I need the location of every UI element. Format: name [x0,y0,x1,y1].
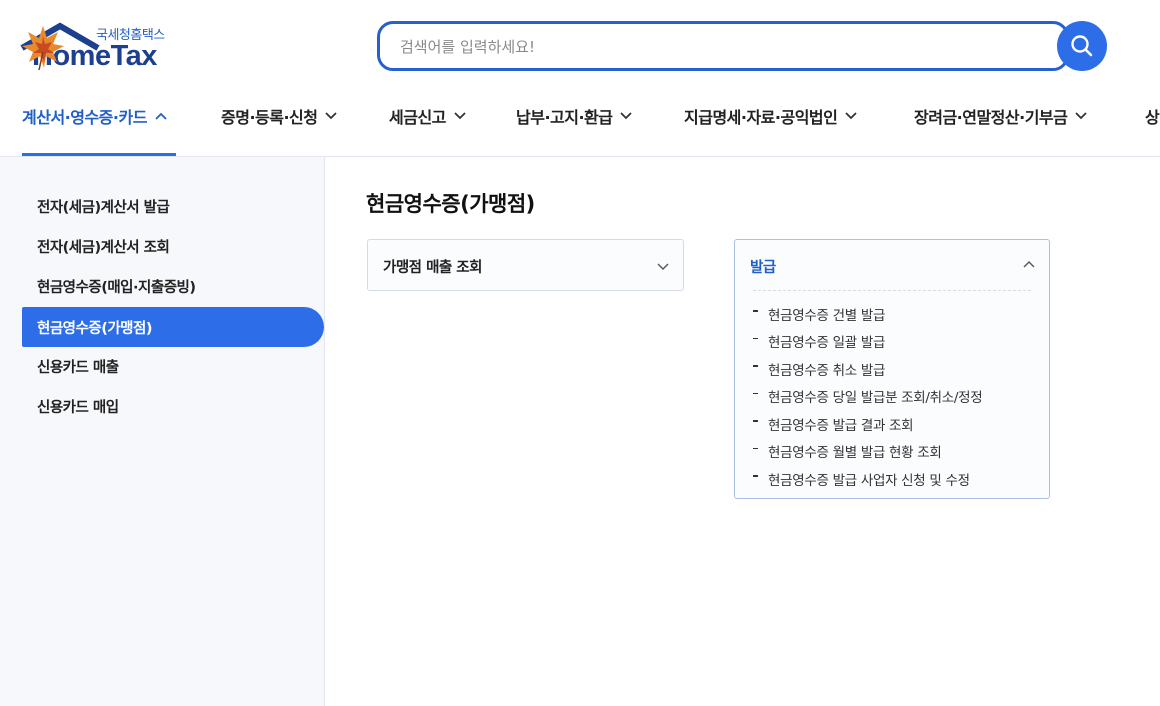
list-item[interactable]: 현금영수증 취소 발급 [753,355,982,383]
nav-item-label: 장려금·연말정산·기부금 [914,108,1068,127]
sidebar-item-e-invoice-inquiry[interactable]: 전자(세금)계산서 조회 [22,226,324,266]
nav-item-cutoff[interactable]: 상 [1145,104,1160,128]
site-header: 국세청홈택스 HomeTax 계산서·영수증·카드 증명·등록·신청 세금신고 [0,0,1160,157]
dash-bullet [753,475,758,477]
search-icon [1071,35,1093,57]
list-item-label: 현금영수증 일괄 발급 [768,335,886,352]
chevron-down-icon [657,263,669,270]
sidebar-item-label: 신용카드 매입 [37,399,119,416]
nav-item-label: 계산서·영수증·카드 [22,108,147,127]
list-item[interactable]: 현금영수증 일괄 발급 [753,328,982,356]
chevron-up-icon [155,112,167,120]
dash-bullet [753,447,758,449]
nav-item-label: 지급명세·자료·공익법인 [684,108,838,127]
nav-item-payment-statements[interactable]: 지급명세·자료·공익법인 [684,104,857,128]
list-item-label: 현금영수증 발급 결과 조회 [768,417,914,434]
search-button[interactable] [1057,21,1107,71]
panel-title: 가맹점 매출 조회 [383,260,482,276]
chevron-down-icon [454,112,466,120]
dash-bullet [753,310,758,312]
panel-issuance: 발급 현금영수증 건별 발급 현금영수증 일괄 발급 현금영수증 취소 발급 현… [734,239,1050,499]
hometax-logo[interactable]: 국세청홈택스 HomeTax [20,22,230,78]
list-item-label: 현금영수증 월별 발급 현황 조회 [768,445,942,462]
sidebar-item-label: 현금영수증(매입·지출증빙) [37,279,196,296]
nav-item-label: 세금신고 [389,108,446,127]
nav-item-tax-filing[interactable]: 세금신고 [389,104,466,128]
list-item-label: 현금영수증 당일 발급분 조회/취소/정정 [768,390,983,407]
nav-active-underline [22,153,176,156]
search-input[interactable] [400,35,1040,59]
list-item[interactable]: 현금영수증 발급 사업자 신청 및 수정 [753,465,982,493]
sidebar-item-cash-receipt-merchant[interactable]: 현금영수증(가맹점) [22,307,324,347]
panel-title[interactable]: 발급 [750,256,776,277]
chevron-down-icon [1075,112,1087,120]
chevron-down-icon [620,112,633,120]
nav-item-receipts-cards[interactable]: 계산서·영수증·카드 [22,104,167,128]
list-item[interactable]: 현금영수증 발급 결과 조회 [753,410,982,438]
dash-bullet [753,392,758,394]
sidebar-item-label: 전자(세금)계산서 조회 [37,239,170,256]
issuance-menu-list: 현금영수증 건별 발급 현금영수증 일괄 발급 현금영수증 취소 발급 현금영수… [753,300,983,493]
sidebar-item-credit-card-purchase[interactable]: 신용카드 매입 [22,386,324,426]
nav-item-label: 납부·고지·환급 [516,108,613,127]
list-item[interactable]: 현금영수증 당일 발급분 조회/취소/정정 [753,383,983,411]
search-box [377,21,1069,71]
sidebar: 전자(세금)계산서 발급 전자(세금)계산서 조회 현금영수증(매입·지출증빙)… [0,157,325,706]
sidebar-item-credit-card-sales[interactable]: 신용카드 매출 [22,346,324,386]
panel-divider [753,290,1031,291]
panel-merchant-sales-inquiry[interactable]: 가맹점 매출 조회 [367,239,684,291]
dash-bullet [753,420,758,422]
nav-item-label: 상 [1145,108,1160,127]
dash-bullet [753,337,758,339]
chevron-down-icon [325,112,338,120]
nav-item-payment[interactable]: 납부·고지·환급 [516,104,633,128]
chevron-down-icon [845,112,857,120]
chevron-up-icon[interactable] [1023,260,1035,268]
list-item[interactable]: 현금영수증 건별 발급 [753,300,982,328]
list-item-label: 현금영수증 취소 발급 [768,362,886,379]
sidebar-item-label: 신용카드 매출 [37,359,119,376]
sidebar-item-e-invoice-issue[interactable]: 전자(세금)계산서 발급 [22,186,324,226]
maple-leaf-icon [22,26,64,71]
nav-item-label: 증명·등록·신청 [221,108,318,127]
main-nav: 계산서·영수증·카드 증명·등록·신청 세금신고 납부·고지·환급 지급명세·자… [0,96,1160,156]
sidebar-item-cash-receipt-purchase[interactable]: 현금영수증(매입·지출증빙) [22,266,324,306]
nav-item-certificates[interactable]: 증명·등록·신청 [221,104,338,128]
list-item-label: 현금영수증 발급 사업자 신청 및 수정 [768,472,970,489]
list-item[interactable]: 현금영수증 월별 발급 현황 조회 [753,438,982,466]
page-title: 현금영수증(가맹점) [366,192,535,216]
sidebar-item-label: 현금영수증(가맹점) [37,320,152,337]
dash-bullet [753,365,758,367]
sidebar-item-label: 전자(세금)계산서 발급 [37,199,170,216]
nav-item-incentives[interactable]: 장려금·연말정산·기부금 [914,104,1087,128]
list-item-label: 현금영수증 건별 발급 [768,307,886,324]
